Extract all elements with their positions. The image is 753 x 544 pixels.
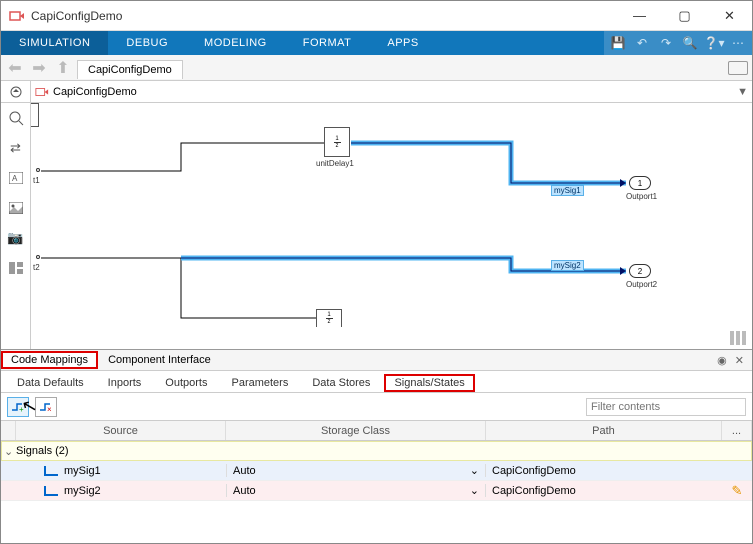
panel-tabs: Code Mappings Component Interface ◉ ✕ bbox=[1, 349, 752, 371]
outport2-label: Outport2 bbox=[626, 280, 657, 289]
col-path[interactable]: Path bbox=[486, 421, 722, 440]
signal-label-mysig1[interactable]: mySig1 bbox=[551, 185, 584, 196]
col-storage-class[interactable]: Storage Class bbox=[226, 421, 486, 440]
simulink-app-icon bbox=[9, 8, 25, 24]
cell-source: mySig1 bbox=[64, 465, 101, 477]
model-browser-toggle[interactable] bbox=[1, 81, 31, 102]
block-unitdelay1[interactable]: 1z bbox=[324, 127, 350, 157]
signal-icon bbox=[44, 466, 58, 476]
save-icon[interactable]: 💾 bbox=[610, 35, 626, 51]
tab-apps[interactable]: APPS bbox=[369, 31, 436, 55]
subtab-inports[interactable]: Inports bbox=[98, 374, 152, 392]
group-signals-label: Signals (2) bbox=[16, 445, 69, 457]
cell-storage: Auto bbox=[233, 485, 256, 497]
tab-debug[interactable]: DEBUG bbox=[108, 31, 186, 55]
table-row[interactable]: mySig1 Auto ⌄ CapiConfigDemo bbox=[1, 461, 752, 481]
keyboard-icon[interactable] bbox=[728, 61, 748, 75]
help-dropdown-icon[interactable]: ❔▾ bbox=[706, 35, 722, 51]
panel-maximize-icon[interactable]: ◉ bbox=[717, 354, 727, 367]
dropdown-icon[interactable]: ⌄ bbox=[470, 484, 479, 497]
hide-show-icon[interactable]: ⇄ bbox=[7, 139, 25, 157]
svg-text:+: + bbox=[19, 405, 24, 413]
tab-modeling[interactable]: MODELING bbox=[186, 31, 285, 55]
model-browser-row: CapiConfigDemo ▼ bbox=[1, 81, 752, 103]
close-button[interactable]: ✕ bbox=[707, 1, 752, 31]
col-more[interactable]: ... bbox=[722, 421, 752, 440]
subtab-parameters[interactable]: Parameters bbox=[221, 374, 298, 392]
grid-header: Source Storage Class Path ... bbox=[1, 421, 752, 441]
cell-path: CapiConfigDemo bbox=[492, 485, 576, 497]
cell-storage: Auto bbox=[233, 465, 256, 477]
filter-input[interactable] bbox=[586, 398, 746, 416]
more-icon[interactable]: ⋯ bbox=[730, 35, 746, 51]
screenshot-icon[interactable]: 📷 bbox=[7, 229, 25, 247]
minimize-button[interactable]: ― bbox=[617, 1, 662, 31]
zoom-fit-icon[interactable] bbox=[7, 109, 25, 127]
dropdown-icon[interactable]: ⌄ bbox=[470, 464, 479, 477]
search-icon[interactable]: 🔍 bbox=[682, 35, 698, 51]
toolstrip: SIMULATION DEBUG MODELING FORMAT APPS 💾 … bbox=[1, 31, 752, 55]
inport-t1[interactable] bbox=[36, 168, 40, 172]
tab-format[interactable]: FORMAT bbox=[285, 31, 370, 55]
explorer-bar: ⬅ ➡ ⬆ CapiConfigDemo bbox=[1, 55, 752, 81]
signal-lines bbox=[31, 103, 752, 349]
block-fragment[interactable] bbox=[31, 103, 39, 127]
outport1[interactable]: 1 bbox=[629, 176, 651, 190]
signal-icon bbox=[44, 486, 58, 496]
window-title: CapiConfigDemo bbox=[31, 9, 617, 23]
tab-code-mappings[interactable]: Code Mappings bbox=[1, 351, 98, 369]
image-icon[interactable] bbox=[7, 199, 25, 217]
subtab-signals-states[interactable]: Signals/States bbox=[384, 374, 474, 392]
add-signal-button[interactable]: + bbox=[7, 397, 29, 417]
subtab-data-stores[interactable]: Data Stores bbox=[302, 374, 380, 392]
redo-icon[interactable]: ↷ bbox=[658, 35, 674, 51]
title-bar: CapiConfigDemo ― ▢ ✕ bbox=[1, 1, 752, 31]
edit-icon[interactable]: ✎ bbox=[732, 483, 743, 499]
signal-label-mysig2[interactable]: mySig2 bbox=[551, 260, 584, 271]
inport-t2-label: t2 bbox=[33, 263, 40, 272]
back-icon[interactable]: ⬅ bbox=[5, 58, 25, 78]
canvas-scrollbar[interactable] bbox=[730, 331, 746, 345]
tab-simulation[interactable]: SIMULATION bbox=[1, 31, 108, 55]
signals-toolbar: + × bbox=[1, 393, 752, 421]
undo-icon[interactable]: ↶ bbox=[634, 35, 650, 51]
group-signals[interactable]: ⌄ Signals (2) bbox=[1, 441, 752, 461]
outport2[interactable]: 2 bbox=[629, 264, 651, 278]
code-mappings-subtabs: Data Defaults Inports Outports Parameter… bbox=[1, 371, 752, 393]
panel-close-icon[interactable]: ✕ bbox=[735, 354, 744, 367]
model-tab[interactable]: CapiConfigDemo bbox=[77, 60, 183, 79]
inport-t2[interactable] bbox=[36, 255, 40, 259]
workspace: ⇄ A 📷 t1 t2 1z unitDelay1 bbox=[1, 103, 752, 349]
subtab-data-defaults[interactable]: Data Defaults bbox=[7, 374, 94, 392]
cell-source: mySig2 bbox=[64, 485, 101, 497]
model-path-dropdown-icon[interactable]: ▼ bbox=[737, 86, 748, 98]
palette: ⇄ A 📷 bbox=[1, 103, 31, 349]
table-row[interactable]: mySig2 Auto ⌄ CapiConfigDemo ✎ bbox=[1, 481, 752, 501]
quick-access-toolbar: 💾 ↶ ↷ 🔍 ❔▾ ⋯ bbox=[604, 31, 752, 55]
svg-text:A: A bbox=[12, 174, 18, 183]
maximize-button[interactable]: ▢ bbox=[662, 1, 707, 31]
annotation-icon[interactable]: A bbox=[7, 169, 25, 187]
cell-path: CapiConfigDemo bbox=[492, 465, 576, 477]
model-icon bbox=[35, 85, 49, 99]
subtab-outports[interactable]: Outports bbox=[155, 374, 217, 392]
forward-icon[interactable]: ➡ bbox=[29, 58, 49, 78]
inport-t1-label: t1 bbox=[33, 176, 40, 185]
remove-signal-button[interactable]: × bbox=[35, 397, 57, 417]
block-unitdelay1-label: unitDelay1 bbox=[316, 159, 354, 168]
model-path-text[interactable]: CapiConfigDemo bbox=[53, 86, 137, 98]
viewmarks-icon[interactable] bbox=[7, 259, 25, 277]
tab-component-interface[interactable]: Component Interface bbox=[98, 351, 221, 369]
svg-text:×: × bbox=[47, 405, 52, 413]
block-unitdelay2-fragment[interactable]: 1z bbox=[316, 309, 342, 327]
canvas[interactable]: t1 t2 1z unitDelay1 1z mySig1 mySig2 1 O… bbox=[31, 103, 752, 349]
up-icon[interactable]: ⬆ bbox=[53, 58, 73, 78]
chevron-down-icon: ⌄ bbox=[4, 445, 16, 458]
outport1-label: Outport1 bbox=[626, 192, 657, 201]
col-source[interactable]: Source bbox=[16, 421, 226, 440]
